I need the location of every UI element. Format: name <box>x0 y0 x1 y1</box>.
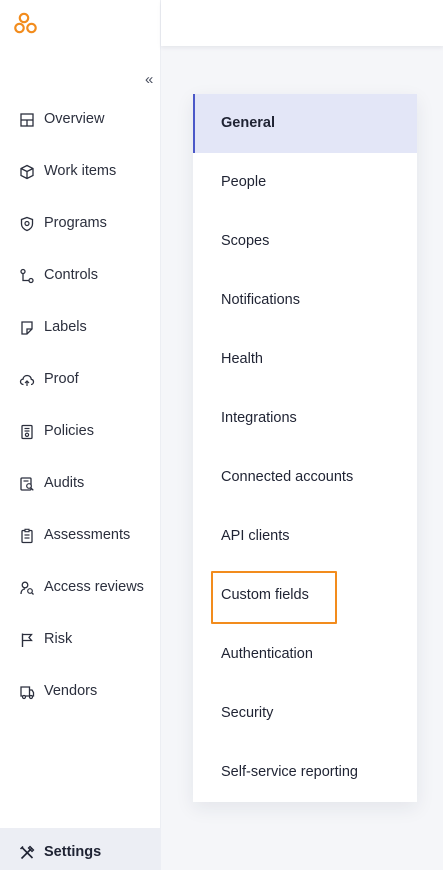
settings-menu-label: Custom fields <box>221 587 309 603</box>
sidebar-item-audits[interactable]: Audits <box>0 458 161 510</box>
sidebar-item-label: Policies <box>44 423 94 439</box>
package-icon <box>19 164 35 180</box>
settings-menu-label: API clients <box>221 528 290 544</box>
sidebar-item-policies[interactable]: Policies <box>0 406 161 458</box>
sidebar-item-access-reviews[interactable]: Access reviews <box>0 562 161 614</box>
sidebar-item-work-items[interactable]: Work items <box>0 146 161 198</box>
settings-menu-label: People <box>221 174 267 190</box>
settings-menu-item-general[interactable]: General <box>193 94 417 153</box>
settings-menu-item-self-service-reporting[interactable]: Self-service reporting <box>193 743 417 802</box>
settings-menu-label: Notifications <box>221 292 300 308</box>
settings-menu-label: Self-service reporting <box>221 764 358 780</box>
settings-menu-label: General <box>221 115 275 131</box>
settings-menu-item-scopes[interactable]: Scopes <box>193 212 417 271</box>
sidebar-item-label: Programs <box>44 215 107 231</box>
truck-icon <box>19 684 35 700</box>
sidebar-item-label: Controls <box>44 267 98 283</box>
sidebar-item-label: Audits <box>44 475 85 491</box>
settings-menu-label: Authentication <box>221 646 313 662</box>
settings-menu-label: Connected accounts <box>221 469 354 485</box>
policy-document-icon <box>19 424 35 440</box>
sidebar-item-controls[interactable]: Controls <box>0 250 161 302</box>
sidebar-item-label: Labels <box>44 319 87 335</box>
settings-menu-item-authentication[interactable]: Authentication <box>193 625 417 684</box>
brand-logo-icon[interactable] <box>14 12 40 36</box>
sidebar-item-label: Settings <box>44 844 102 860</box>
settings-menu-item-security[interactable]: Security <box>193 684 417 743</box>
settings-menu-item-people[interactable]: People <box>193 153 417 212</box>
layout-icon <box>19 112 35 128</box>
collapse-sidebar-button[interactable]: « <box>145 71 159 89</box>
sidebar-item-label: Access reviews <box>44 579 144 595</box>
settings-menu: General People Scopes Notifications Heal… <box>193 94 417 802</box>
settings-menu-item-health[interactable]: Health <box>193 330 417 389</box>
tools-icon <box>19 845 35 861</box>
flow-icon <box>19 268 35 284</box>
double-chevron-left-icon: « <box>145 71 154 88</box>
user-review-icon <box>19 580 35 596</box>
sidebar-item-risk[interactable]: Risk <box>0 614 161 666</box>
sidebar-item-overview[interactable]: Overview <box>0 94 161 146</box>
sidebar-item-label: Overview <box>44 111 105 127</box>
settings-menu-item-notifications[interactable]: Notifications <box>193 271 417 330</box>
top-bar <box>161 0 443 46</box>
shield-icon <box>19 216 35 232</box>
settings-menu-item-custom-fields[interactable]: Custom fields <box>193 566 417 625</box>
sidebar-item-proof[interactable]: Proof <box>0 354 161 406</box>
sidebar-item-label: Assessments <box>44 527 131 543</box>
sidebar: « Overview Work items Programs Controls <box>0 0 161 870</box>
sidebar-item-label: Vendors <box>44 683 98 699</box>
audit-search-icon <box>19 476 35 492</box>
sidebar-item-assessments[interactable]: Assessments <box>0 510 161 562</box>
settings-menu-label: Integrations <box>221 410 297 426</box>
sidebar-item-label: Work items <box>44 163 117 179</box>
sidebar-item-labels[interactable]: Labels <box>0 302 161 354</box>
sidebar-item-programs[interactable]: Programs <box>0 198 161 250</box>
settings-menu-item-api-clients[interactable]: API clients <box>193 507 417 566</box>
settings-menu-item-integrations[interactable]: Integrations <box>193 389 417 448</box>
cloud-icon <box>19 372 35 388</box>
sidebar-item-settings[interactable]: Settings <box>0 828 161 870</box>
sidebar-item-vendors[interactable]: Vendors <box>0 666 161 718</box>
settings-menu-label: Scopes <box>221 233 270 249</box>
sidebar-item-label: Proof <box>44 371 79 387</box>
flag-icon <box>19 632 35 648</box>
tag-icon <box>19 320 35 336</box>
sidebar-item-label: Risk <box>44 631 73 647</box>
clipboard-icon <box>19 528 35 544</box>
settings-menu-label: Security <box>221 705 274 721</box>
settings-menu-label: Health <box>221 351 263 367</box>
settings-menu-item-connected-accounts[interactable]: Connected accounts <box>193 448 417 507</box>
